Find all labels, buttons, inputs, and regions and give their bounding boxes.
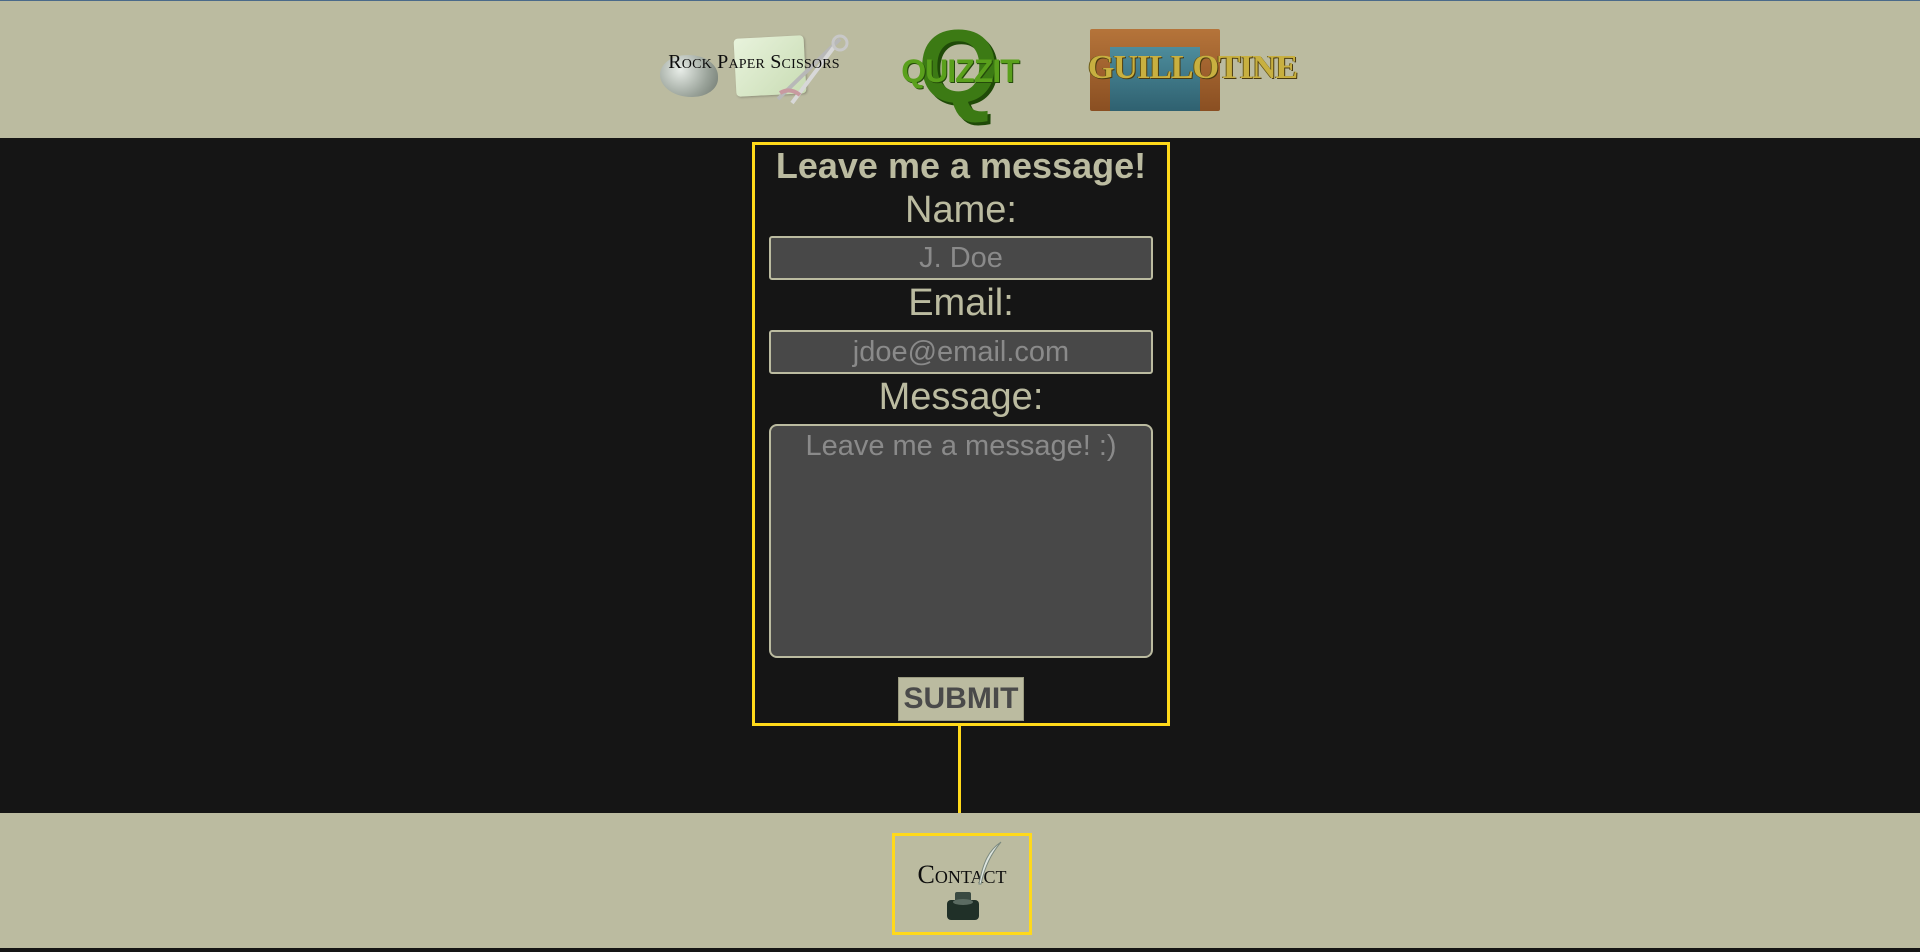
inkwell-icon [947, 892, 979, 920]
contact-link[interactable]: Contact [892, 833, 1032, 935]
name-label: Name: [905, 189, 1017, 231]
rock-paper-scissors-link[interactable]: Rock Paper Scissors [655, 29, 850, 105]
message-textarea[interactable] [769, 424, 1153, 658]
name-input[interactable] [769, 236, 1153, 280]
bottom-border [0, 948, 1920, 952]
guillotine-link[interactable]: GUILLOTINE [1088, 29, 1298, 111]
rock-paper-scissors-label: Rock Paper Scissors [668, 51, 840, 73]
submit-button[interactable]: SUBMIT [898, 677, 1024, 721]
contact-label: Contact [917, 860, 1007, 889]
quizzit-link[interactable]: Q QUIZZIT [888, 15, 1030, 119]
email-input[interactable] [769, 330, 1153, 374]
form-title: Leave me a message! [775, 145, 1147, 186]
quill-icon [978, 841, 1002, 885]
game-nav-bar: Rock Paper Scissors Q QUIZZIT GUILLOTINE [0, 1, 1920, 138]
message-label: Message: [878, 376, 1044, 418]
contact-form: Leave me a message! Name: Email: Message… [752, 142, 1170, 726]
quizzit-label: QUIZZIT [901, 53, 1019, 89]
email-label: Email: [908, 282, 1014, 324]
guillotine-label: GUILLOTINE [1088, 49, 1298, 86]
